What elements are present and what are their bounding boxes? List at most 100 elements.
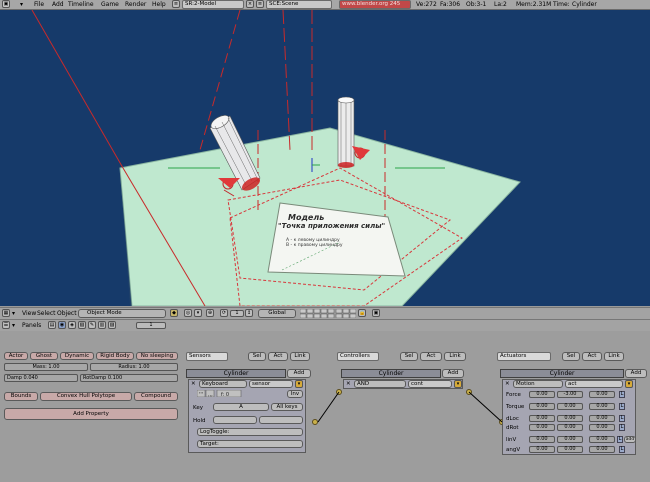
sensor-pulse-buttons[interactable]: ''',,, f: 0 [196,389,267,398]
3d-viewport[interactable]: Модель "Точка приложения силы" A - к лев… [0,10,650,306]
no-sleeping-toggle[interactable]: No sleeping [136,352,178,360]
sensors-link-toggle[interactable]: Link [290,352,310,361]
controllers-object-name[interactable]: Cylinder [341,369,441,378]
menu-object[interactable]: Object [57,310,77,317]
linv-x[interactable]: 0.00 [529,436,555,443]
angv-x[interactable]: 0.00 [529,446,555,453]
controllers-link-toggle[interactable]: Link [444,352,466,361]
shading-context-icon[interactable]: ◉ [58,321,66,329]
manipulator-toggle-icon[interactable]: ⟳ [220,309,228,317]
add-sensor-button[interactable]: Add [287,369,311,378]
orientation-select[interactable]: Global [258,309,296,318]
drot-local-toggle[interactable]: L [619,424,625,431]
sensor-collapse-icon[interactable]: ▾ [295,380,303,388]
lock-layers-icon[interactable]: 🔒 [358,309,366,317]
menu-render[interactable]: Render [125,1,146,8]
add-actuator-button[interactable]: Add [625,369,647,378]
actuators-act-toggle[interactable]: Act [582,352,602,361]
actuator-name-field[interactable]: act [565,380,623,388]
sensor-type-select[interactable]: Keyboard [199,380,247,388]
force-z[interactable]: 0.00 [589,391,615,398]
torque-local-toggle[interactable]: L [619,403,625,410]
sensor-invert-toggle[interactable]: Inv [287,390,303,398]
linv-y[interactable]: 0.00 [557,436,583,443]
shading-icon[interactable]: ◆ [170,309,178,317]
dloc-local-toggle[interactable]: L [619,415,625,422]
translate-icon[interactable]: ↕ [245,309,253,317]
actuator-collapse-icon[interactable]: ▾ [625,380,633,388]
controller-input-connector[interactable] [336,389,342,395]
add-property-button[interactable]: Add Property [4,408,178,420]
allkeys-toggle[interactable]: All keys [271,403,303,411]
hold-field-1[interactable] [213,416,257,424]
dloc-x[interactable]: 0.00 [529,415,555,422]
rotdamp-slider[interactable]: RotDamp 0.100 [80,374,178,382]
actuators-object-name[interactable]: Cylinder [500,369,624,378]
radius-field[interactable]: Radius: 1.00 [90,363,178,371]
linv-local-toggle[interactable]: L [617,436,623,443]
drot-x[interactable]: 0.00 [529,424,555,431]
buttons-triangle[interactable]: ▾ [12,322,15,329]
screen-delete-icon[interactable]: × [246,0,254,8]
menu-add[interactable]: Add [52,1,64,8]
torque-z[interactable]: 0.00 [589,403,615,410]
sensors-object-name[interactable]: Cylinder [186,369,286,378]
menu-view[interactable]: View [22,310,36,317]
bounds-toggle[interactable]: Bounds [4,392,38,401]
actuators-sel-toggle[interactable]: Sel [562,352,580,361]
dynamic-toggle[interactable]: Dynamic [60,352,94,360]
pivot-field[interactable]: 1 [230,310,244,317]
controller-output-connector[interactable] [466,389,472,395]
menu-triangle[interactable]: ▾ [20,1,23,8]
target-field[interactable]: Target: [197,440,303,448]
mass-field[interactable]: Mass: 1.00 [4,363,88,371]
mode-select[interactable]: Object Mode [78,309,166,318]
sensor-name-field[interactable]: sensor [249,380,293,388]
damp-slider[interactable]: Damp 0.040 [4,374,78,382]
screen-field[interactable]: SR:2-Model [182,0,244,9]
force-x[interactable]: 0.00 [529,391,555,398]
edit-context-icon[interactable]: ▧ [78,321,86,329]
logtoggle-field[interactable]: LogToggle: [197,428,303,436]
menu-select[interactable]: Select [37,310,56,317]
angv-local-toggle[interactable]: L [619,446,625,453]
sensor-delete-icon[interactable]: ✕ [191,381,196,387]
layer-buttons[interactable] [299,308,357,319]
linv-add-toggle[interactable]: add [624,436,636,443]
buttons-editor-icon[interactable]: ☰ [2,321,10,329]
actuator-delete-icon[interactable]: ✕ [505,381,510,387]
force-local-toggle[interactable]: L [619,391,625,398]
pivot-icon[interactable]: ◎ [184,309,192,317]
add-controller-button[interactable]: Add [442,369,464,378]
header-triangle[interactable]: ▾ [12,310,15,317]
scene-field[interactable]: SCE:Scene [266,0,332,9]
actuators-link-toggle[interactable]: Link [604,352,624,361]
drot-z[interactable]: 0.00 [589,424,615,431]
hold-field-2[interactable] [259,416,303,424]
logic-context-icon[interactable]: ▤ [48,321,56,329]
controller-name-field[interactable]: cont [408,380,452,388]
screen-browse-icon[interactable]: ≡ [172,0,180,8]
frame-field[interactable]: 1 [136,322,166,329]
force-y[interactable]: -3.00 [557,391,583,398]
key-field[interactable]: A [213,403,269,411]
render-view-icon[interactable]: ▣ [372,309,380,317]
actuator-type-select[interactable]: Motion [513,380,563,388]
scene-context-icon[interactable]: ▥ [98,321,106,329]
angv-y[interactable]: 0.00 [557,446,583,453]
view-lock-icon[interactable]: ⊕ [206,309,214,317]
window-type-icon[interactable]: ▣ [2,0,10,8]
sensor-output-connector[interactable] [312,419,318,425]
actor-toggle[interactable]: Actor [4,352,28,360]
angv-z[interactable]: 0.00 [589,446,615,453]
pivot-dropdown-icon[interactable]: ▾ [194,309,202,317]
controller-collapse-icon[interactable]: ▾ [454,380,462,388]
torque-x[interactable]: 0.00 [529,403,555,410]
menu-file[interactable]: File [34,1,44,8]
controllers-sel-toggle[interactable]: Sel [400,352,418,361]
menu-help[interactable]: Help [152,1,166,8]
scene-browse-icon[interactable]: ≡ [256,0,264,8]
controller-delete-icon[interactable]: ✕ [346,381,351,387]
dloc-z[interactable]: 0.00 [589,415,615,422]
menu-game[interactable]: Game [101,1,119,8]
